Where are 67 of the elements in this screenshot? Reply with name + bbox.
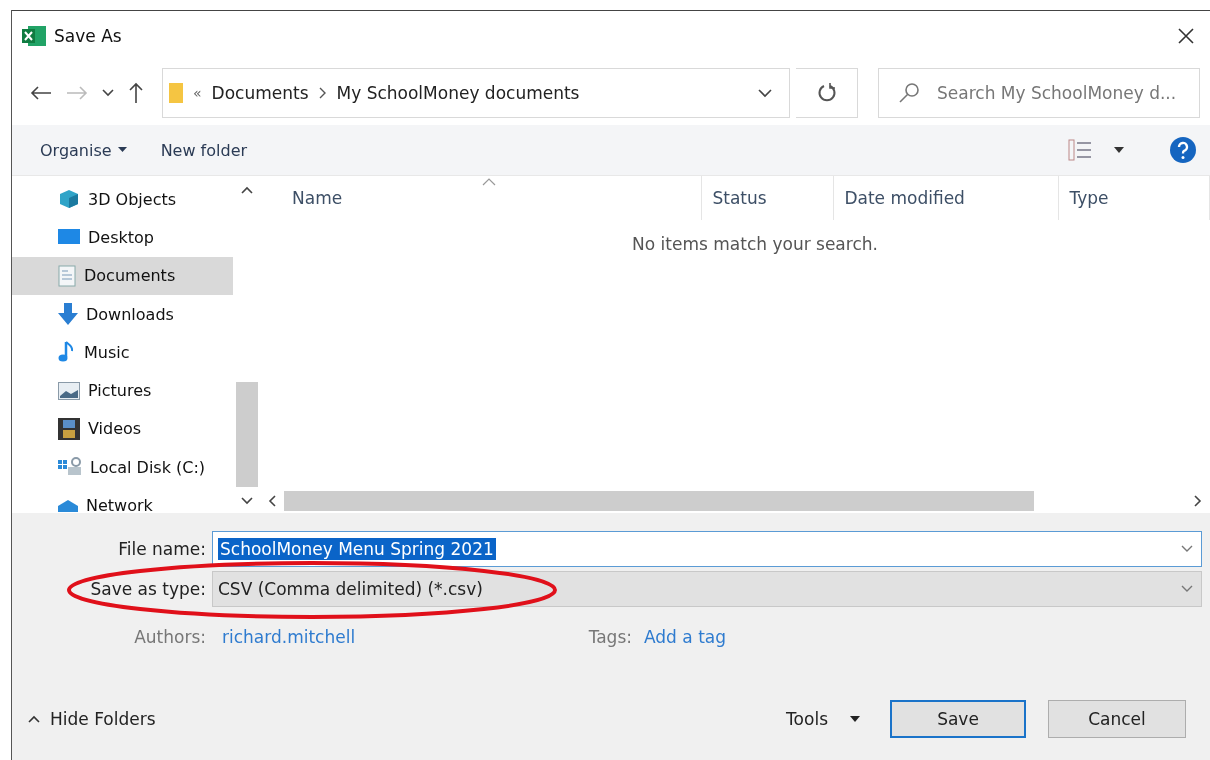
view-options-button[interactable]: [1066, 137, 1126, 163]
field-label: Tags:: [587, 627, 633, 647]
close-icon: [1176, 26, 1196, 46]
field-label: Save as type:: [89, 579, 207, 599]
sidebar-item[interactable]: Music: [12, 333, 233, 372]
scrollbar-thumb[interactable]: [235, 382, 258, 487]
cube-icon: [58, 189, 80, 210]
scroll-down-icon[interactable]: [240, 497, 253, 505]
search-icon: [898, 82, 920, 104]
scrollbar-thumb[interactable]: [284, 491, 1034, 511]
column-header[interactable]: Name: [260, 176, 703, 220]
caret-icon: [850, 716, 860, 722]
search-field[interactable]: Search My SchoolMoney d...: [878, 68, 1200, 118]
folder-icon: [169, 83, 183, 103]
sidebar-item[interactable]: 3D Objects: [12, 180, 233, 219]
breadcrumb[interactable]: Documents: [211, 83, 309, 103]
sidebar-item[interactable]: Desktop: [12, 218, 233, 257]
add-tag-link[interactable]: Add a tag: [644, 627, 726, 647]
picture-icon: [58, 381, 80, 400]
address-bar[interactable]: « Documents My SchoolMoney documents: [162, 68, 790, 118]
caret-icon: [117, 147, 127, 153]
column-header[interactable]: Date modified: [834, 176, 1060, 220]
sidebar-item[interactable]: Local Disk (C:): [12, 448, 233, 487]
sidebar-item[interactable]: Downloads: [12, 294, 233, 334]
author-link[interactable]: richard.mitchell: [222, 627, 562, 647]
empty-message: No items match your search.: [632, 234, 878, 254]
chevron-down-icon[interactable]: [1181, 545, 1193, 553]
chevron-down-icon: [102, 89, 114, 97]
file-name-field[interactable]: SchoolMoney Menu Spring 2021: [212, 531, 1202, 567]
column-header[interactable]: Type: [1059, 176, 1210, 220]
save-button[interactable]: Save: [890, 700, 1026, 738]
desktop-icon: [58, 228, 80, 247]
chevron-right-icon: [318, 87, 327, 99]
overflow-chevron[interactable]: «: [193, 85, 202, 101]
chevron-up-icon: [28, 715, 40, 723]
hide-folders-button[interactable]: Hide Folders: [26, 707, 158, 731]
spreadsheet-app-icon: [22, 26, 46, 46]
forward-arrow-icon: [66, 85, 88, 101]
new-folder-button[interactable]: New folder: [158, 138, 250, 162]
help-icon[interactable]: [1170, 137, 1196, 163]
scroll-right-icon[interactable]: [1194, 495, 1202, 507]
up-arrow-icon: [128, 82, 144, 104]
sidebar-item[interactable]: Pictures: [12, 371, 233, 410]
scroll-up-icon[interactable]: [240, 186, 253, 194]
window-title: Save As: [54, 26, 123, 46]
field-label: File name:: [117, 539, 207, 559]
film-icon: [58, 417, 80, 440]
document-icon: [58, 264, 76, 287]
tools-menu[interactable]: Tools: [784, 707, 862, 731]
file-type-dropdown[interactable]: CSV (Comma delimited) (*.csv): [212, 571, 1202, 607]
caret-icon: [1114, 147, 1124, 153]
chevron-down-icon[interactable]: [757, 88, 773, 98]
sidebar-item[interactable]: Network: [12, 486, 233, 513]
disk-icon: [58, 457, 82, 478]
music-note-icon: [58, 341, 76, 364]
cancel-button[interactable]: Cancel: [1048, 700, 1186, 738]
field-label: Authors:: [133, 627, 207, 647]
download-arrow-icon: [58, 303, 78, 326]
sidebar-item[interactable]: Videos: [12, 409, 233, 449]
sidebar-item[interactable]: Documents: [12, 256, 233, 295]
refresh-button[interactable]: [796, 68, 858, 118]
column-header[interactable]: Status: [702, 176, 835, 220]
scroll-left-icon[interactable]: [268, 495, 276, 507]
breadcrumb[interactable]: My SchoolMoney documents: [336, 83, 580, 103]
refresh-icon: [816, 83, 837, 103]
back-arrow-icon: [30, 85, 52, 101]
organise-menu[interactable]: Organise: [38, 138, 129, 162]
